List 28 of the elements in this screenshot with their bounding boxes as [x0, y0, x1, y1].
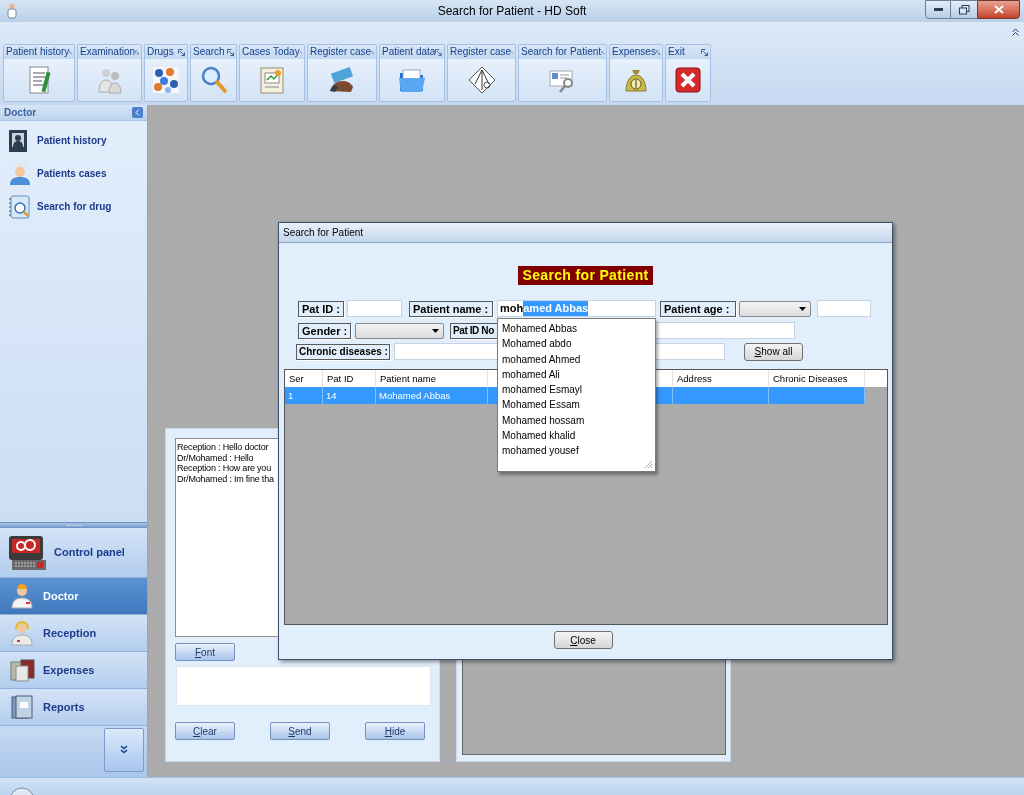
table-cell: Mohamed Abbas: [376, 387, 488, 404]
group-label: Patient history: [6, 45, 70, 59]
group-label: Examination: [80, 45, 136, 59]
field-label: Patient age :: [660, 300, 736, 317]
group-label: Register case: [310, 45, 372, 59]
group-label: Patient data: [382, 45, 436, 59]
field-label: Chronic diseases :: [296, 343, 390, 360]
group-label: Search for Patient: [521, 45, 602, 59]
group-label: Exit: [668, 45, 685, 59]
chat-message: Dr/Mohamed : Hello: [177, 452, 254, 463]
group-label: Expenses: [612, 45, 656, 59]
table-cell: 14: [323, 387, 376, 404]
table-cell: 1: [285, 387, 323, 404]
field-label: Gender :: [298, 322, 351, 339]
window-title: Search for Patient - HD Soft: [437, 3, 587, 20]
dialog-heading: Search for Patient: [518, 266, 653, 285]
field-label: Pat ID :: [298, 300, 344, 317]
group-label: Register case: [450, 45, 512, 59]
chat-message: Reception : How are you: [177, 463, 271, 474]
field-label: Pat ID No: [450, 322, 498, 339]
group-label: Drugs: [147, 45, 174, 59]
field-label: Patient name :: [409, 300, 493, 317]
dialog-title: Search for Patient: [283, 226, 364, 240]
panel-header: Doctor: [4, 106, 37, 120]
chat-message: Reception : Hello doctor: [177, 442, 269, 453]
group-label: Cases Today: [242, 45, 300, 59]
chat-message: Dr/Mohamed : Im fine tha: [177, 473, 274, 484]
group-label: Search: [193, 45, 225, 59]
